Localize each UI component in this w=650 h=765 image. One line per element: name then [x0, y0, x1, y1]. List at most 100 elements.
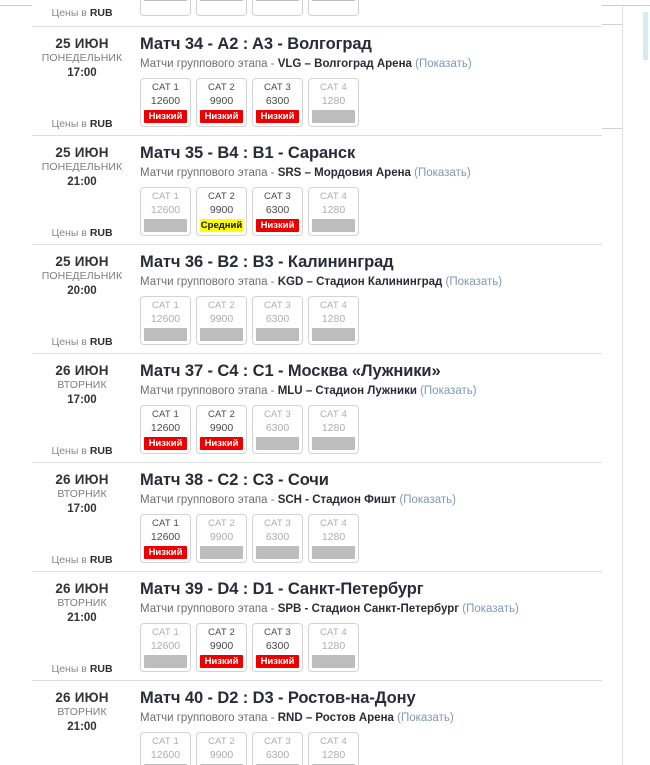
match-list-page: Цены в RUB 25 ИЮН ПОНЕДЕЛЬНИК 17:00 Цены в … [0, 0, 650, 765]
category-card[interactable]: CAT 2 9900 [196, 514, 247, 563]
category-row: CAT 1 12600 CAT 2 9900 Низкий CAT 3 6300 Низки… [140, 623, 602, 672]
currency-label: Цены в RUB [32, 554, 132, 566]
category-price: 12600 [150, 95, 181, 107]
match-time: 21:00 [67, 176, 97, 188]
category-card[interactable]: CAT 3 6300 [252, 514, 303, 563]
currency-prefix: Цены в [51, 7, 90, 19]
category-card[interactable]: CAT 2 9900 Низкий [196, 623, 247, 672]
currency-prefix: Цены в [51, 227, 90, 239]
category-name: CAT 1 [151, 191, 180, 202]
show-venue-link[interactable]: (Показать) [396, 494, 456, 506]
match-weekday: ВТОРНИК [57, 597, 107, 609]
category-card[interactable]: CAT 4 1280 [308, 405, 359, 454]
category-card[interactable]: CAT 3 6300 Низкий [252, 623, 303, 672]
category-card[interactable]: CAT 2 9900 Низкий [196, 78, 247, 127]
category-name: CAT 4 [319, 518, 348, 529]
availability-badge [256, 546, 299, 559]
category-card[interactable]: CAT 2 9900 Средний [196, 187, 247, 236]
match-row[interactable]: 26 ИЮН ВТОРНИК 21:00 Цены в RUB Матч 39 - D4… [32, 572, 602, 681]
category-card[interactable]: CAT 4 1280 [308, 296, 359, 345]
category-card[interactable]: CAT 4 1280 [308, 623, 359, 672]
venue-code: RND [277, 712, 303, 724]
match-row[interactable]: 26 ИЮНВТОРНИК21:00Цены в RUBМатч 40 - D2… [32, 681, 602, 765]
match-title[interactable]: Матч 36 - B2 : B3 - Калининград [140, 252, 602, 273]
category-card[interactable]: CAT 1 12600 [140, 623, 191, 672]
category-card[interactable]: CAT 2 9900 [196, 732, 247, 765]
category-card[interactable]: CAT 4 1280 [308, 732, 359, 765]
match-time: 21:00 [67, 612, 97, 624]
category-card[interactable]: CAT 3 6300 Низкий [252, 78, 303, 127]
match-title[interactable]: Матч 34 - A2 : A3 - Волгоград [140, 34, 602, 55]
match-row[interactable]: 25 ИЮН ПОНЕДЕЛЬНИК 17:00 Цены в RUB Матч 34 … [32, 27, 602, 136]
category-card[interactable] [140, 0, 191, 16]
category-card[interactable]: CAT 2 9900 Низкий [196, 405, 247, 454]
currency-prefix: Цены в [51, 118, 90, 130]
category-card[interactable]: CAT 1 12600 [140, 732, 191, 765]
category-card[interactable]: CAT 3 6300 Низкий [252, 187, 303, 236]
category-card[interactable] [252, 0, 303, 16]
availability-badge [200, 0, 243, 1]
category-name: CAT 3 [263, 82, 292, 93]
highlight-strip [643, 12, 648, 60]
category-card[interactable]: CAT 2 9900 [196, 296, 247, 345]
match-title[interactable]: Матч 35 - B4 : B1 - Саранск [140, 143, 602, 164]
match-details: Матч 34 - A2 : A3 - Волгоград Матчи групп… [140, 27, 602, 135]
category-row: CAT 1 12600 Низкий CAT 2 9900 CAT 3 6300 CAT … [140, 514, 602, 563]
availability-badge [144, 219, 187, 232]
category-card[interactable]: CAT 1 12600 Низкий [140, 405, 191, 454]
match-title[interactable]: Матч 38 - C2 : C3 - Сочи [140, 470, 602, 491]
match-row[interactable]: 26 ИЮН ВТОРНИК 17:00 Цены в RUB Матч 37 - C4… [32, 354, 602, 463]
currency-code: RUB [89, 118, 113, 130]
category-card[interactable]: CAT 4 1280 [308, 187, 359, 236]
venue-code: SCH [277, 494, 302, 506]
match-details: Матч 40 - D2 : D3 - Ростов-на-Дону Матчи … [140, 681, 602, 765]
match-details: Матч 35 - B4 : B1 - Саранск Матчи группов… [140, 136, 602, 244]
category-card[interactable]: CAT 4 1280 [308, 78, 359, 127]
category-name: CAT 2 [207, 518, 236, 529]
show-venue-link[interactable]: (Показать) [459, 603, 519, 615]
currency-code: RUB [89, 336, 113, 348]
availability-badge [256, 0, 299, 1]
match-title[interactable]: Матч 37 - C4 : C1 - Москва «Лужники» [140, 361, 602, 382]
category-price: 6300 [265, 313, 290, 325]
availability-badge [312, 437, 355, 450]
availability-badge [312, 546, 355, 559]
availability-badge [200, 546, 243, 559]
availability-badge: Низкий [256, 110, 299, 123]
category-name: CAT 2 [207, 191, 236, 202]
venue-name: Стадион Фишт [312, 494, 397, 506]
show-venue-link[interactable]: (Показать) [394, 712, 454, 724]
category-price: 9900 [209, 422, 234, 434]
date-column: Цены в RUB [32, 0, 140, 26]
category-name: CAT 1 [151, 518, 180, 529]
match-title[interactable]: Матч 39 - D4 : D1 - Санкт-Петербург [140, 579, 602, 600]
category-card[interactable]: CAT 1 12600 [140, 296, 191, 345]
category-name: CAT 2 [207, 627, 236, 638]
category-name: CAT 1 [151, 300, 180, 311]
match-title[interactable]: Матч 40 - D2 : D3 - Ростов-на-Дону [140, 688, 602, 709]
category-card[interactable] [196, 0, 247, 16]
category-card[interactable]: CAT 4 1280 [308, 514, 359, 563]
category-card[interactable] [308, 0, 359, 16]
category-card[interactable]: CAT 1 12600 Низкий [140, 78, 191, 127]
show-venue-link[interactable]: (Показать) [442, 276, 503, 288]
show-venue-link[interactable]: (Показать) [412, 58, 472, 70]
category-price: 1280 [321, 204, 346, 216]
category-card[interactable]: CAT 1 12600 [140, 187, 191, 236]
match-row[interactable]: 25 ИЮН ПОНЕДЕЛЬНИК 20:00 Цены в RUB Матч 36 … [32, 245, 602, 354]
match-row[interactable]: 25 ИЮН ПОНЕДЕЛЬНИК 21:00 Цены в RUB Матч 35 … [32, 136, 602, 245]
category-card[interactable]: CAT 1 12600 Низкий [140, 514, 191, 563]
match-row[interactable]: 26 ИЮН ВТОРНИК 17:00 Цены в RUB Матч 38 - C2… [32, 463, 602, 572]
category-price: 9900 [209, 95, 234, 107]
match-stage: Матчи группового этапа - [140, 385, 278, 397]
category-row: CAT 1 12600 CAT 2 9900 CAT 3 6300 CAT 4 1280 [140, 732, 602, 765]
category-price: 9900 [209, 640, 234, 652]
venue-separator: - [301, 603, 312, 615]
category-card[interactable]: CAT 3 6300 [252, 732, 303, 765]
category-card[interactable]: CAT 3 6300 [252, 296, 303, 345]
show-venue-link[interactable]: (Показать) [411, 167, 471, 179]
show-venue-link[interactable]: (Показать) [417, 385, 477, 397]
category-card[interactable]: CAT 3 6300 [252, 405, 303, 454]
category-price: 6300 [265, 95, 290, 107]
match-row[interactable]: Цены в RUB [32, 0, 602, 27]
